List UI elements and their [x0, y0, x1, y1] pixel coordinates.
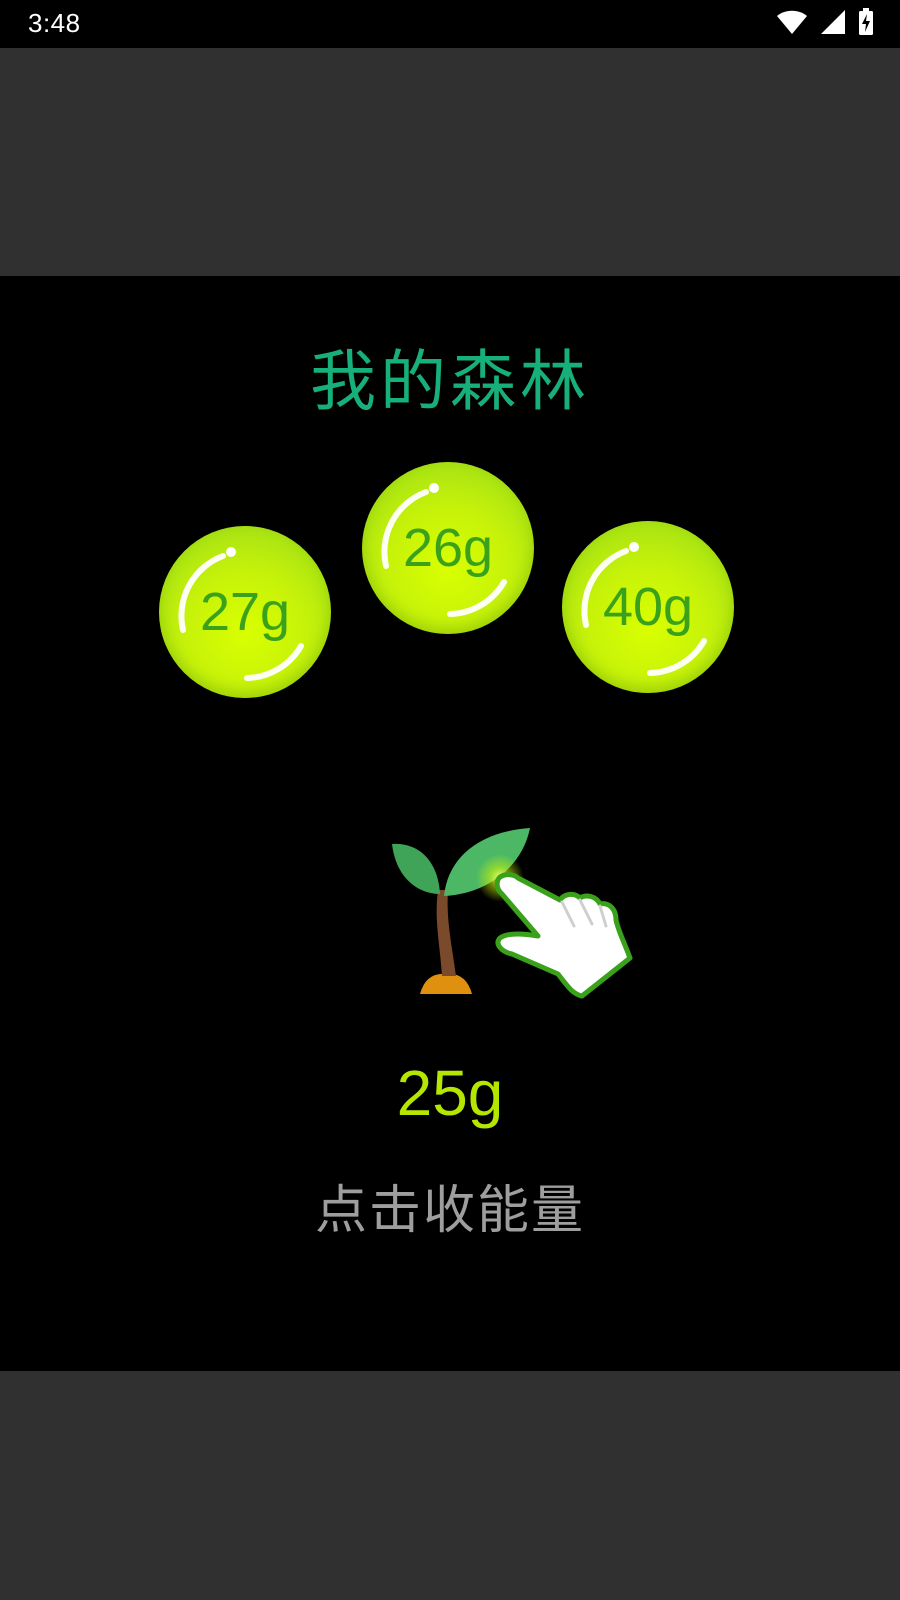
collect-energy-hint[interactable]: 点击收能量 — [0, 1168, 900, 1243]
energy-bubble-value: 27g — [199, 582, 291, 642]
energy-bubble[interactable]: 26g — [362, 462, 534, 634]
forest-panel[interactable]: 我的森林 27g 26g 40g 25g 点击收能量 — [0, 276, 900, 1371]
bottom-background — [0, 1371, 900, 1600]
energy-bubble[interactable]: 40g — [562, 521, 734, 693]
sapling-with-hand[interactable] — [390, 824, 650, 1014]
top-background — [0, 48, 900, 276]
tap-hand-icon — [494, 872, 633, 999]
energy-amount: 25g — [396, 1057, 504, 1129]
energy-bubble[interactable]: 27g — [159, 526, 331, 698]
page-title: 我的森林 — [310, 343, 590, 420]
status-bar: 3:48 — [0, 0, 900, 48]
status-icons — [776, 8, 874, 40]
cell-signal-icon — [820, 9, 846, 39]
status-time: 3:48 — [28, 8, 81, 38]
wifi-icon — [776, 9, 808, 39]
sapling-icon — [392, 828, 530, 994]
energy-bubble-value: 26g — [402, 518, 494, 578]
battery-charging-icon — [858, 8, 874, 40]
energy-bubble-value: 40g — [602, 577, 694, 637]
